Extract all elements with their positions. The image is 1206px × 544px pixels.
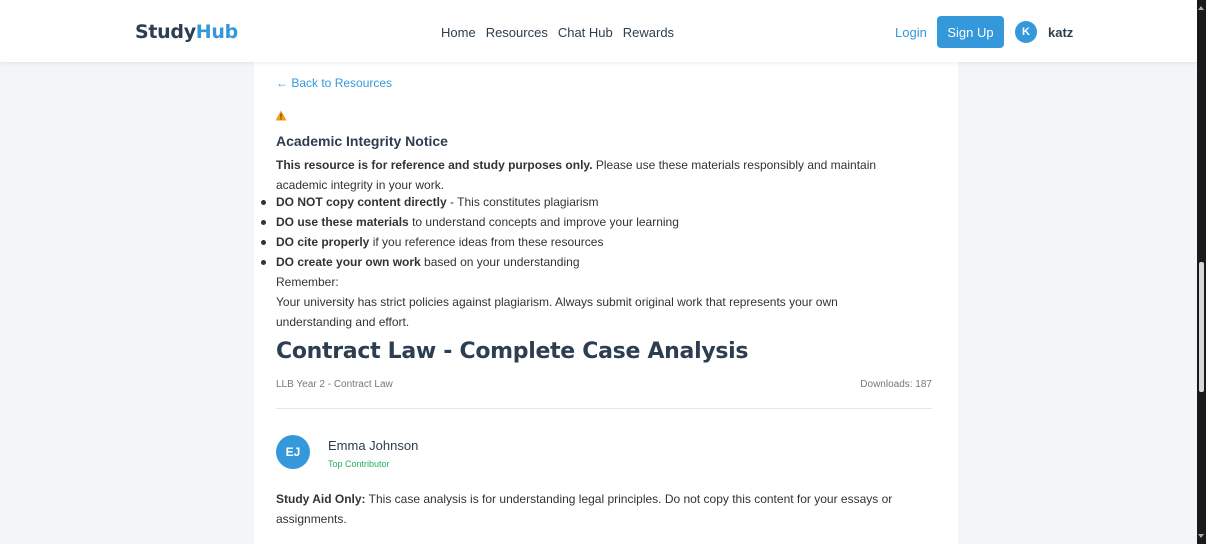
study-aid-notice: Study Aid Only: This case analysis is fo…	[276, 489, 936, 529]
scrollbar-thumb[interactable]	[1199, 262, 1204, 392]
rule-text: - This constitutes plagiarism	[446, 195, 599, 209]
nav-link-home[interactable]: Home	[441, 25, 476, 40]
notice-intro-bold: This resource is for reference and study…	[276, 158, 593, 172]
author-badge: Top Contributor	[328, 459, 390, 469]
resource-detail-card: ← Back to Resources Academic Integrity N…	[254, 62, 958, 544]
user-name[interactable]: katz	[1048, 25, 1073, 40]
rule-text: based on your understanding	[420, 255, 580, 269]
author-avatar[interactable]: EJ	[276, 435, 310, 469]
user-avatar[interactable]: K	[1015, 21, 1037, 43]
nav-link-rewards[interactable]: Rewards	[623, 25, 674, 40]
rule-bold: DO create your own work	[276, 255, 421, 269]
download-count: Downloads: 187	[860, 379, 932, 390]
list-item: DO cite properly if you reference ideas …	[260, 232, 679, 252]
scroll-down-arrow-icon[interactable]	[1198, 534, 1204, 538]
section-divider	[276, 408, 932, 409]
list-item: DO NOT copy content directly - This cons…	[260, 192, 679, 212]
brand-text-accent: Hub	[195, 21, 238, 43]
resource-title: Contract Law - Complete Case Analysis	[276, 339, 749, 364]
list-item: DO use these materials to understand con…	[260, 212, 679, 232]
main-nav: Home Resources Chat Hub Rewards	[441, 25, 674, 40]
rule-text: if you reference ideas from these resour…	[369, 235, 604, 249]
remember-label: Remember:	[276, 275, 339, 289]
sign-up-button[interactable]: Sign Up	[937, 16, 1004, 48]
rule-bold: DO use these materials	[276, 215, 409, 229]
brand-logo[interactable]: StudyHub	[135, 21, 238, 43]
nav-link-chat-hub[interactable]: Chat Hub	[558, 25, 613, 40]
warning-icon	[275, 110, 287, 121]
rule-bold: DO NOT copy content directly	[276, 195, 447, 209]
login-link[interactable]: Login	[895, 25, 927, 40]
resource-course-meta: LLB Year 2 - Contract Law	[276, 379, 393, 390]
back-to-resources-link[interactable]: ← Back to Resources	[276, 76, 392, 90]
notice-title: Academic Integrity Notice	[276, 133, 448, 149]
rule-text: to understand concepts and improve your …	[408, 215, 679, 229]
integrity-rules-list: DO NOT copy content directly - This cons…	[260, 192, 679, 272]
scroll-up-arrow-icon[interactable]	[1198, 6, 1204, 10]
study-aid-text: This case analysis is for understanding …	[276, 492, 893, 526]
top-navbar: StudyHub Home Resources Chat Hub Rewards…	[0, 0, 1197, 62]
nav-link-resources[interactable]: Resources	[486, 25, 548, 40]
author-name[interactable]: Emma Johnson	[328, 438, 418, 453]
list-item: DO create your own work based on your un…	[260, 252, 679, 272]
rule-bold: DO cite properly	[276, 235, 370, 249]
brand-text-main: Study	[135, 21, 196, 43]
study-aid-bold: Study Aid Only:	[276, 492, 366, 506]
notice-intro: This resource is for reference and study…	[276, 155, 916, 195]
remember-text: Your university has strict policies agai…	[276, 295, 838, 329]
